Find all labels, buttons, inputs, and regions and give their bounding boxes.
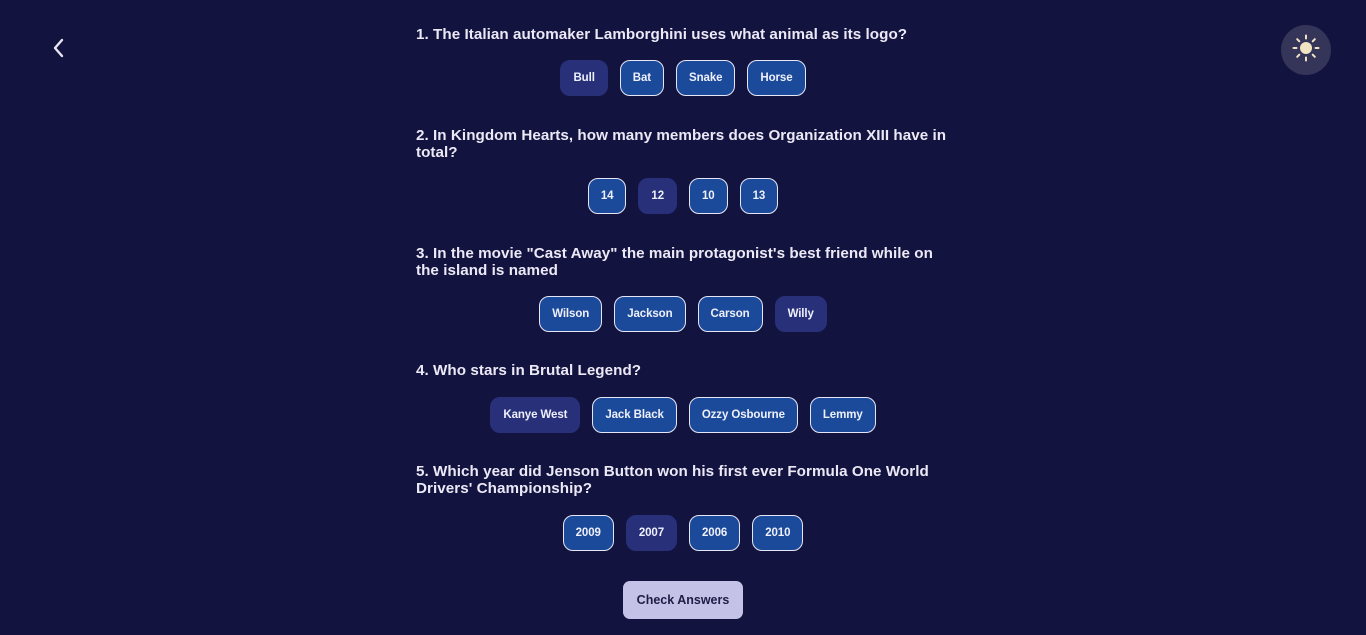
question-text: 4. Who stars in Brutal Legend? (416, 362, 642, 379)
answer-option[interactable]: Carson (697, 296, 763, 332)
answer-option[interactable]: 13 (739, 178, 779, 214)
answer-option[interactable]: Snake (676, 60, 736, 96)
check-answers-button[interactable]: Check Answers (623, 581, 743, 619)
chevron-left-icon (52, 37, 66, 64)
answer-group-1: Bull Bat Snake Horse (416, 60, 950, 96)
answer-option[interactable]: Bull (560, 60, 608, 96)
question-4: 4. Who stars in Brutal Legend? (416, 362, 950, 379)
question-text: 5. Which year did Jenson Button won his … (416, 463, 929, 497)
question-3: 3. In the movie "Cast Away" the main pro… (416, 245, 950, 279)
answer-group-5: 2009 2007 2006 2010 (416, 515, 950, 551)
answer-option[interactable]: 2009 (562, 515, 614, 551)
answer-option[interactable]: Jackson (614, 296, 686, 332)
answer-group-3: Wilson Jackson Carson Willy (416, 296, 950, 332)
theme-toggle-button[interactable] (1281, 25, 1331, 75)
question-text: 3. In the movie "Cast Away" the main pro… (416, 245, 933, 279)
answer-option[interactable]: Wilson (539, 296, 603, 332)
answer-option[interactable]: 12 (638, 178, 677, 214)
answer-option[interactable]: 2007 (625, 515, 677, 551)
answer-option[interactable]: 10 (689, 178, 728, 214)
answer-group-4: Kanye West Jack Black Ozzy Osbourne Lemm… (416, 397, 950, 433)
answer-option[interactable]: Horse (747, 60, 806, 96)
back-button[interactable] (44, 34, 74, 66)
answer-option[interactable]: Kanye West (490, 397, 581, 433)
answer-option[interactable]: Jack Black (592, 397, 677, 433)
question-5: 5. Which year did Jenson Button won his … (416, 463, 950, 497)
answer-option[interactable]: Willy (774, 296, 827, 332)
answer-option[interactable]: 2010 (752, 515, 804, 551)
quiz-page: 1. The Italian automaker Lamborghini use… (0, 0, 1366, 635)
question-text: 1. The Italian automaker Lamborghini use… (416, 26, 908, 43)
answer-option[interactable]: Lemmy (809, 397, 876, 433)
answer-option[interactable]: Ozzy Osbourne (688, 397, 798, 433)
answer-option[interactable]: 2006 (689, 515, 741, 551)
answer-option[interactable]: Bat (619, 60, 665, 96)
question-2: 2. In Kingdom Hearts, how many members d… (416, 127, 950, 161)
answer-option[interactable]: 14 (587, 178, 627, 214)
sun-icon (1291, 33, 1321, 68)
question-text: 2. In Kingdom Hearts, how many members d… (416, 127, 947, 161)
answer-group-2: 14 12 10 13 (416, 178, 950, 214)
question-1: 1. The Italian automaker Lamborghini use… (416, 26, 950, 43)
